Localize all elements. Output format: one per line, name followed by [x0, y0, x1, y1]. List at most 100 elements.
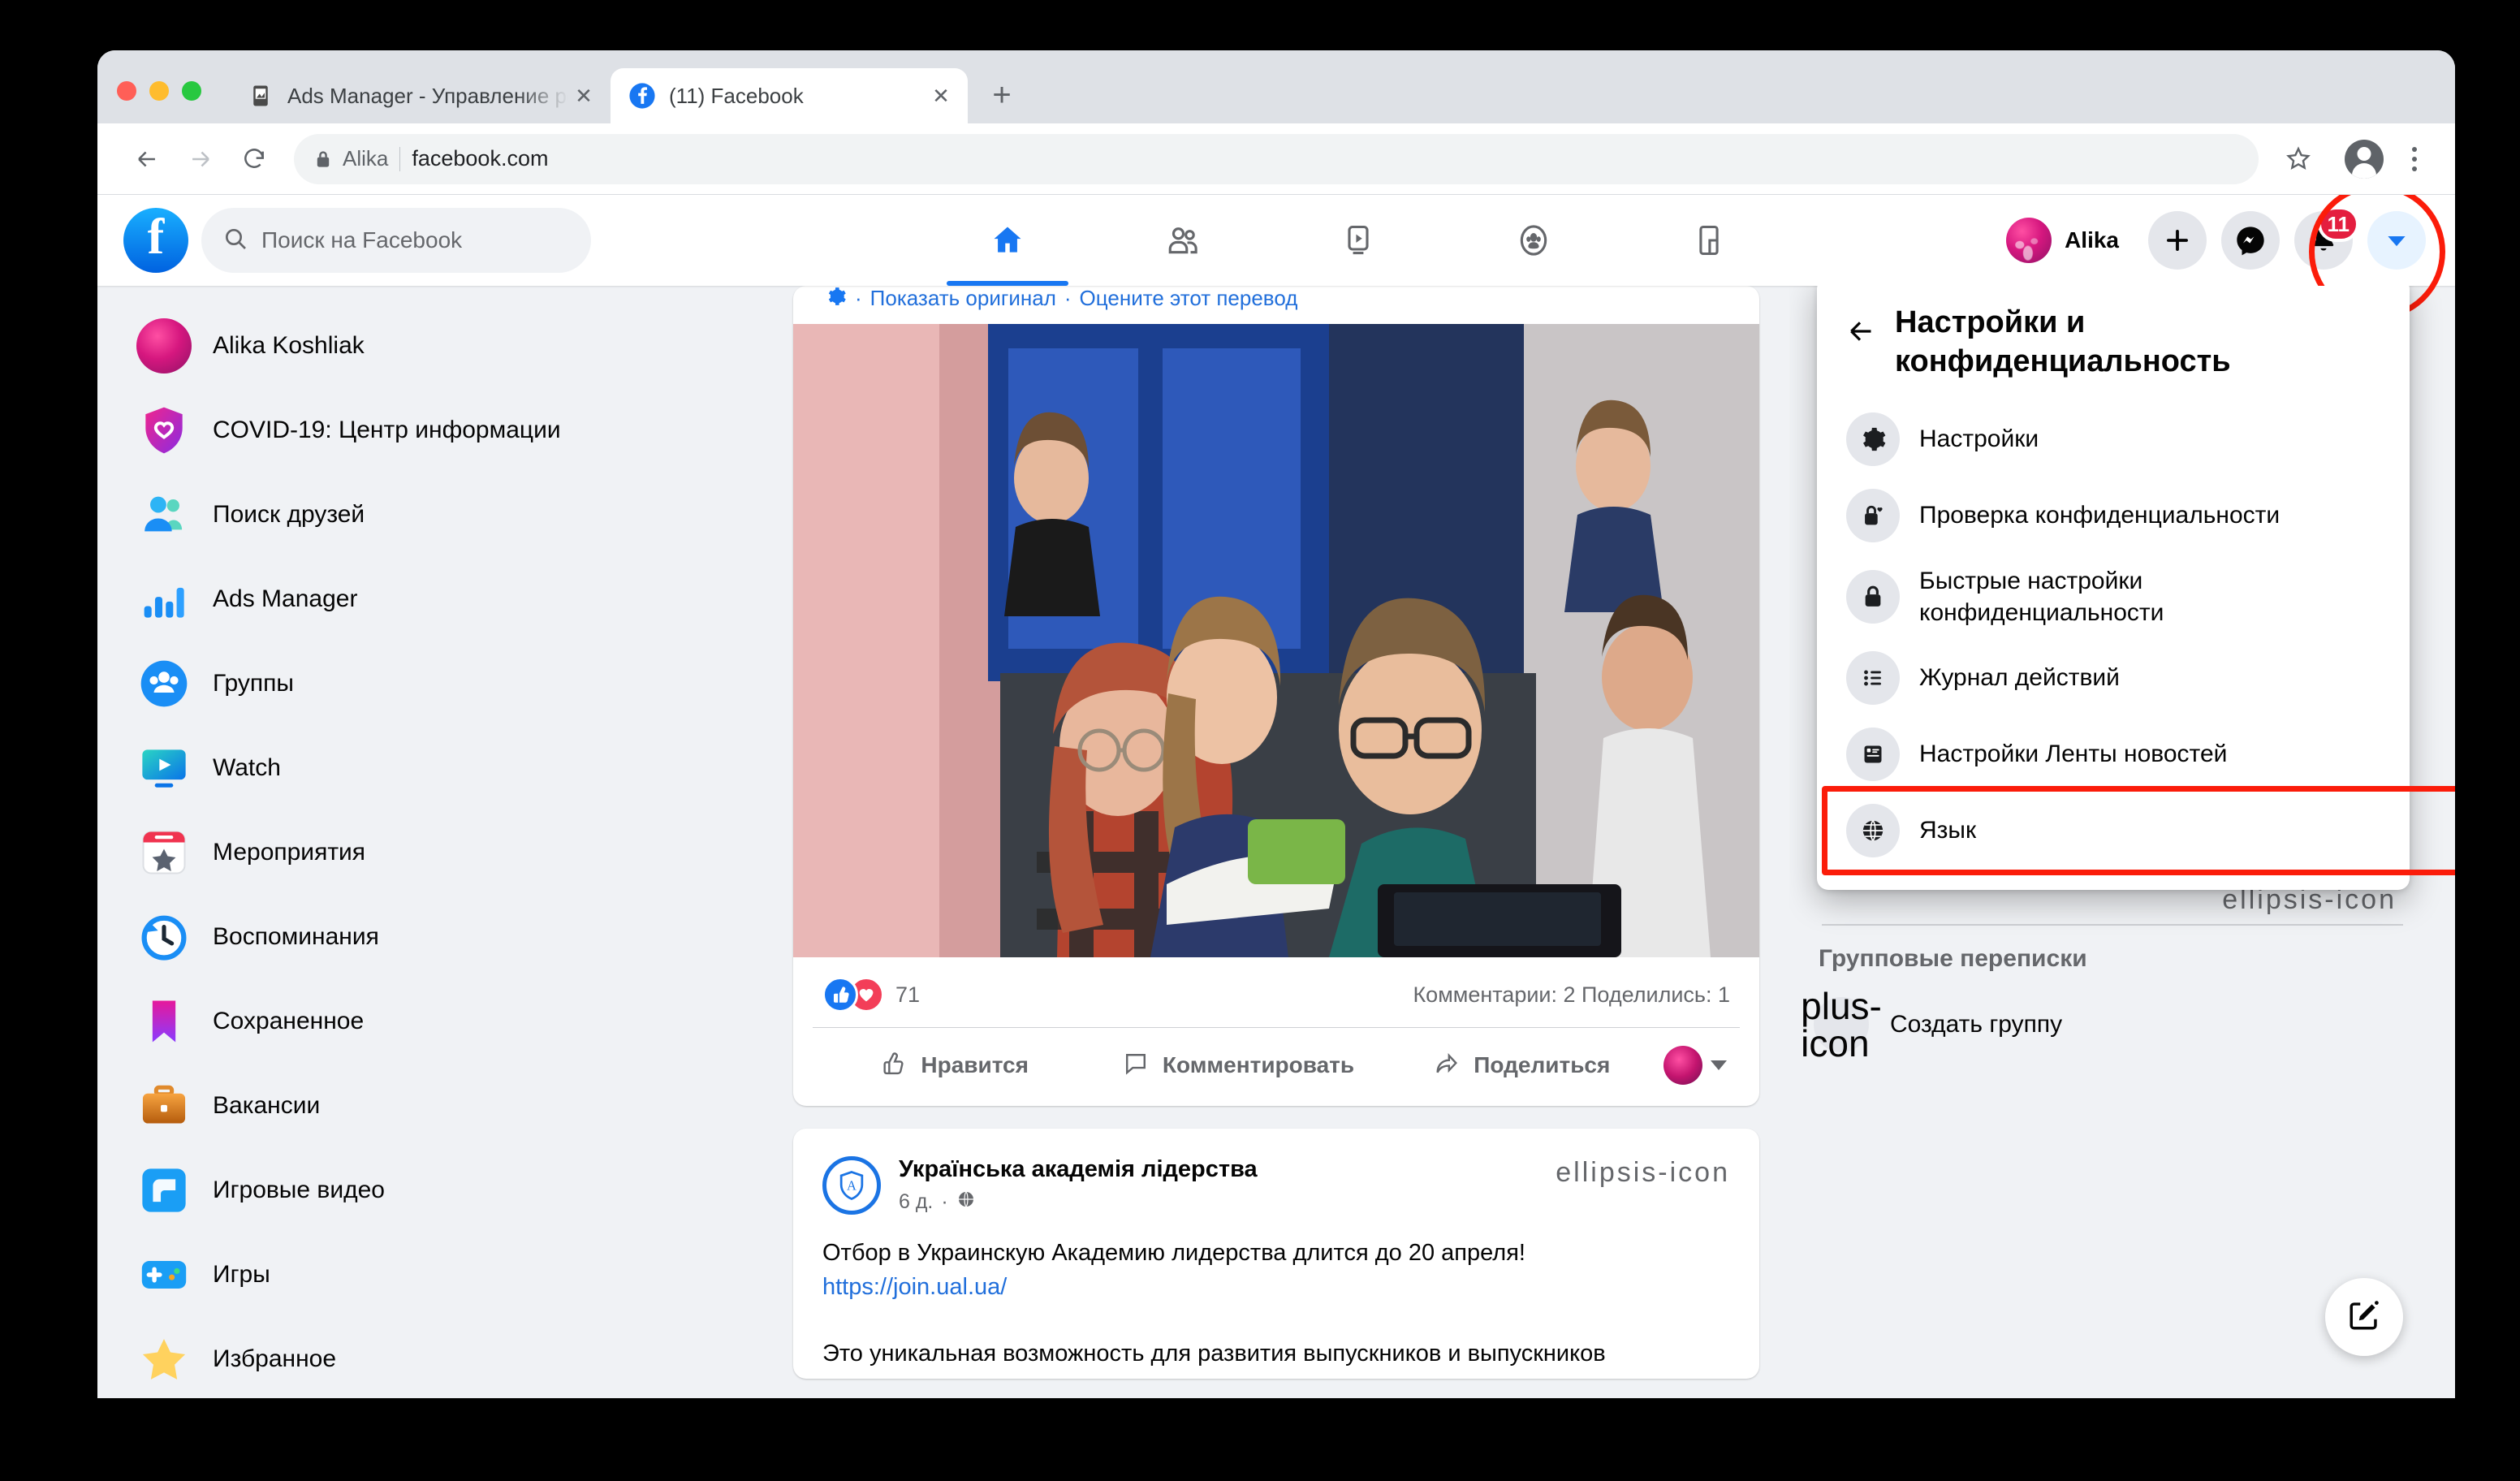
settings-privacy-dropdown: Настройки и конфиденциальность Настройки…: [1817, 286, 2455, 890]
avatar: [1663, 1046, 1702, 1085]
lock-icon: [315, 149, 331, 169]
nav-groups[interactable]: [1473, 195, 1594, 286]
create-group-item[interactable]: plus-icon Создать группу: [1801, 982, 2419, 1067]
dropdown-item-privacy-checkup[interactable]: Проверка конфиденциальности: [1833, 477, 2393, 554]
post-menu-button[interactable]: ellipsis-icon: [1556, 1156, 1730, 1186]
sidebar-item-find-friends[interactable]: Поиск друзей: [125, 473, 763, 557]
notifications-button[interactable]: 11: [2294, 206, 2359, 270]
post-time[interactable]: 6 д.: [899, 1190, 933, 1214]
dropdown-item-newsfeed-settings[interactable]: Настройки Ленты новостей: [1833, 716, 2393, 792]
sidebar-item-watch[interactable]: Watch: [125, 726, 763, 810]
browser-tab-facebook[interactable]: (11) Facebook ✕: [611, 68, 968, 123]
close-window-button[interactable]: [117, 81, 136, 101]
news-feed-column: · Показать оригинал · Оцените этот перев…: [763, 286, 1789, 1398]
close-tab-button[interactable]: ✕: [926, 80, 956, 111]
browser-toolbar: Alika facebook.com: [97, 123, 2455, 195]
forward-button[interactable]: [175, 134, 226, 184]
right-rail-divider: [1822, 924, 2403, 926]
create-button[interactable]: [2148, 211, 2207, 270]
post-text-line-2: Это уникальная возможность для развития …: [822, 1341, 1606, 1367]
comment-button[interactable]: Комментировать: [1096, 1036, 1379, 1095]
sidebar-item-covid[interactable]: COVID-19: Центр информации: [125, 388, 763, 473]
address-bar[interactable]: Alika facebook.com: [294, 133, 2259, 184]
browser-profile-avatar[interactable]: [2345, 139, 2384, 179]
watch-icon: [136, 740, 192, 796]
maximize-window-button[interactable]: [182, 81, 201, 101]
sidebar-item-jobs[interactable]: Вакансии: [125, 1064, 763, 1148]
profile-shortcut[interactable]: Alika: [2001, 213, 2134, 268]
browser-tab-ads-manager[interactable]: Ads Manager - Управление ре ✕: [229, 68, 611, 123]
dropdown-item-settings[interactable]: Настройки: [1833, 401, 2393, 477]
left-sidebar[interactable]: Alika Koshliak COVID-19: Центр информаци…: [97, 286, 763, 1398]
dropdown-item-label: Быстрые настройки конфиденциальности: [1919, 567, 2164, 626]
dropdown-item-quick-privacy[interactable]: Быстрые настройки конфиденциальности: [1833, 554, 2393, 640]
ads-manager-icon: [247, 82, 274, 110]
sidebar-item-label: Воспоминания: [213, 923, 379, 950]
nav-home[interactable]: [946, 195, 1068, 286]
post-card-2: A Українська академія лідерства 6 д. · e…: [793, 1129, 1759, 1380]
new-tab-button[interactable]: +: [979, 72, 1025, 118]
sidebar-item-profile[interactable]: Alika Koshliak: [125, 304, 763, 388]
jobs-icon: [136, 1078, 192, 1133]
like-button[interactable]: Нравится: [813, 1036, 1096, 1095]
share-button[interactable]: Поделиться: [1380, 1036, 1663, 1095]
post-link[interactable]: https://join.ual.ua/: [822, 1270, 1730, 1304]
sidebar-item-favorites[interactable]: Избранное: [125, 1317, 763, 1398]
sidebar-item-label: Сохраненное: [213, 1008, 365, 1034]
sidebar-item-games[interactable]: Игры: [125, 1233, 763, 1317]
find-friends-icon: [136, 487, 192, 542]
reload-button[interactable]: [229, 134, 279, 184]
translate-dot: ·: [855, 286, 862, 310]
bookmark-star-icon[interactable]: [2273, 134, 2324, 184]
browser-window: Ads Manager - Управление ре ✕ (11) Faceb…: [97, 50, 2455, 1398]
nav-gaming[interactable]: [1648, 195, 1770, 286]
messenger-button[interactable]: [2221, 211, 2280, 270]
post-action-row: Нравится Комментировать Поделиться: [813, 1027, 1740, 1106]
globe-icon: [1846, 803, 1900, 857]
share-button-label: Поделиться: [1474, 1052, 1611, 1077]
compose-message-button[interactable]: [2325, 1278, 2403, 1356]
plus-icon: plus-icon: [1801, 985, 1882, 1064]
close-tab-button[interactable]: ✕: [568, 80, 599, 111]
sidebar-item-memories[interactable]: Воспоминания: [125, 895, 763, 979]
rate-translation-link[interactable]: Оцените этот перевод: [1080, 286, 1298, 311]
page-avatar[interactable]: A: [822, 1156, 881, 1215]
nav-friends[interactable]: [1122, 195, 1244, 286]
right-rail-hidden-menu[interactable]: ellipsis-icon: [1806, 886, 2419, 913]
profile-name: Alika: [2065, 227, 2119, 253]
post-text-line-1: Отбор в Украинскую Академию лидерства дл…: [822, 1240, 1525, 1266]
browser-menu-button[interactable]: [2398, 146, 2431, 171]
dropdown-title: Настройки и конфиденциальность: [1895, 305, 2231, 378]
post-meta: 6 д. ·: [899, 1190, 1258, 1215]
sidebar-item-ads-manager[interactable]: Ads Manager: [125, 557, 763, 641]
facebook-logo-icon[interactable]: f: [123, 208, 188, 273]
back-button[interactable]: [122, 134, 172, 184]
sidebar-item-label: COVID-19: Центр информации: [213, 417, 561, 443]
tab-title: Ads Manager - Управление ре: [287, 83, 568, 108]
sidebar-item-saved[interactable]: Сохраненное: [125, 979, 763, 1064]
post-page-name[interactable]: Українська академія лідерства: [899, 1156, 1258, 1183]
facebook-body: Alika Koshliak COVID-19: Центр информаци…: [97, 286, 2455, 1398]
lock-heart-icon: [1846, 488, 1900, 542]
dropdown-item-activity-log[interactable]: Журнал действий: [1833, 640, 2393, 716]
reaction-summary[interactable]: 71: [822, 977, 920, 1013]
notification-badge: 11: [2317, 206, 2359, 242]
sidebar-item-label: Мероприятия: [213, 839, 366, 866]
show-original-link[interactable]: Показать оригинал: [870, 286, 1056, 311]
account-menu-button[interactable]: [2367, 211, 2426, 270]
address-url: facebook.com: [412, 146, 549, 171]
post-photo[interactable]: [793, 324, 1759, 957]
sidebar-item-label: Избранное: [213, 1345, 337, 1372]
thumbs-up-icon: [880, 1050, 908, 1082]
nav-watch[interactable]: [1297, 195, 1419, 286]
comment-button-label: Комментировать: [1162, 1052, 1355, 1077]
dropdown-item-language[interactable]: Язык: [1822, 785, 2455, 875]
minimize-window-button[interactable]: [149, 81, 169, 101]
share-as-selector[interactable]: [1663, 1046, 1740, 1085]
sidebar-item-game-videos[interactable]: Игровые видео: [125, 1148, 763, 1233]
arrow-left-icon[interactable]: [1845, 304, 1877, 353]
comments-shares-count[interactable]: Комментарии: 2 Поделились: 1: [1413, 982, 1730, 1008]
sidebar-item-groups[interactable]: Группы: [125, 641, 763, 726]
search-input[interactable]: Поиск на Facebook: [201, 208, 591, 273]
sidebar-item-events[interactable]: Мероприятия: [125, 810, 763, 895]
